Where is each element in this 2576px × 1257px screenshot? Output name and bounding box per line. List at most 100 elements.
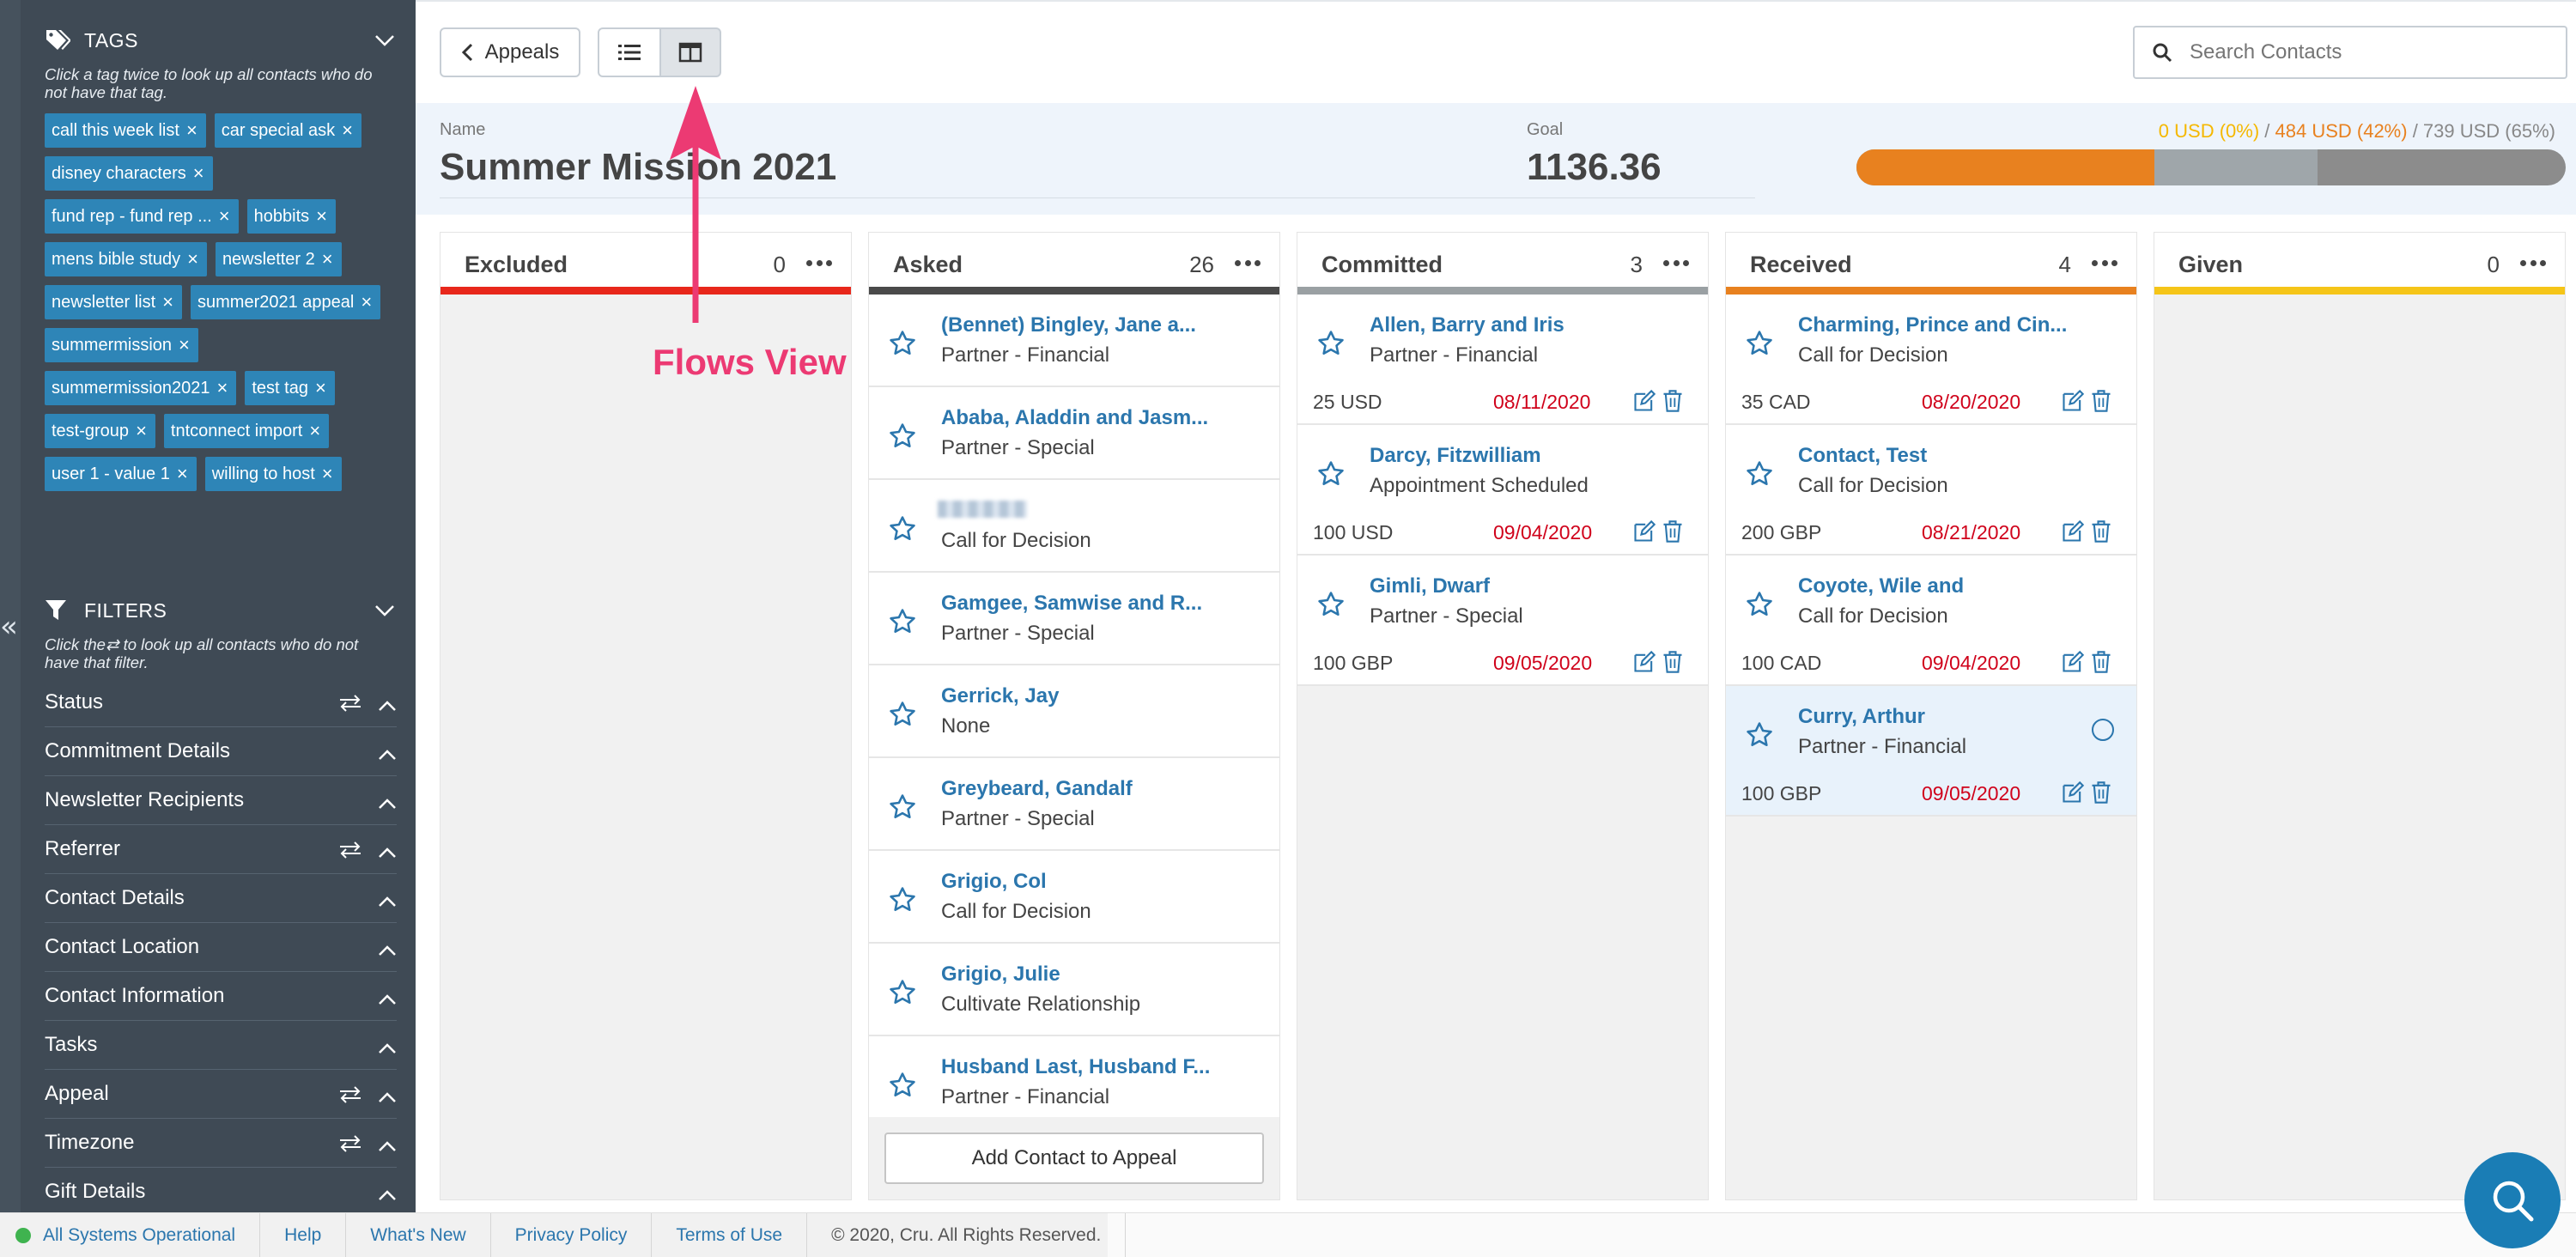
system-status-link[interactable]: All Systems Operational [0, 1212, 261, 1257]
tag-chip[interactable]: car special ask × [214, 113, 361, 148]
chevron-up-icon[interactable] [378, 1036, 397, 1054]
flows-view-button[interactable] [659, 27, 721, 77]
search-contacts[interactable] [2133, 26, 2567, 79]
remove-tag-icon[interactable]: × [177, 457, 188, 491]
edit-icon[interactable] [1632, 650, 1656, 674]
contact-name-link[interactable]: Ababa, Aladdin and Jasm... [941, 406, 1208, 430]
remove-tag-icon[interactable]: × [179, 328, 190, 362]
contact-card[interactable]: Gimli, Dwarf Partner - Special 100 GBP 09/0… [1297, 556, 1708, 686]
contact-card[interactable]: Husband Last, Husband F... Partner - Fina… [869, 1036, 1279, 1117]
contact-name-link[interactable]: (Bennet) Bingley, Jane a... [941, 313, 1196, 337]
contact-name-link[interactable]: Gamgee, Samwise and R... [941, 592, 1202, 616]
star-icon[interactable] [1316, 590, 1346, 619]
contact-card[interactable]: Ababa, Aladdin and Jasm... Partner - Spec… [869, 387, 1279, 480]
filter-row[interactable]: Contact Details [45, 874, 397, 923]
switch-filter-icon[interactable] [338, 841, 362, 859]
contact-name-link[interactable]: Gerrick, Jay [941, 684, 1059, 708]
contact-name-link[interactable]: Grigio, Julie [941, 962, 1060, 987]
remove-tag-icon[interactable]: × [361, 285, 372, 319]
list-view-button[interactable] [598, 27, 661, 77]
remove-tag-icon[interactable]: × [342, 113, 353, 148]
tag-chip[interactable]: tntconnect import × [163, 414, 330, 448]
tag-chip[interactable]: mens bible study × [45, 242, 207, 276]
trash-icon[interactable] [2090, 519, 2112, 543]
edit-icon[interactable] [2061, 650, 2085, 674]
remove-tag-icon[interactable]: × [322, 242, 333, 276]
star-icon[interactable] [1745, 590, 1774, 619]
star-icon[interactable] [1745, 720, 1774, 750]
footer-link[interactable]: Help [260, 1212, 347, 1257]
star-icon[interactable] [1745, 459, 1774, 489]
tag-chip[interactable]: willing to host × [204, 457, 342, 491]
contact-name-link[interactable]: Allen, Barry and Iris [1370, 313, 1564, 337]
contact-name-link[interactable]: Coyote, Wile and [1798, 574, 1964, 598]
appeal-goal[interactable]: 1136.36 [1527, 146, 1662, 189]
chevron-up-icon[interactable] [378, 1085, 397, 1102]
contact-card[interactable]: Call for Decision [869, 480, 1279, 573]
trash-icon[interactable] [2090, 389, 2112, 413]
search-input[interactable] [2190, 40, 2533, 64]
tag-chip[interactable]: disney characters × [45, 156, 213, 191]
remove-tag-icon[interactable]: × [217, 371, 228, 405]
tag-chip[interactable]: summermission2021 × [45, 371, 237, 405]
remove-tag-icon[interactable]: × [219, 199, 230, 234]
remove-tag-icon[interactable]: × [136, 414, 147, 448]
contact-name-link[interactable]: Curry, Arthur [1798, 705, 1925, 729]
chevron-up-icon[interactable] [378, 743, 397, 760]
switch-filter-icon[interactable] [338, 1134, 362, 1152]
more-options-icon[interactable] [2092, 252, 2117, 274]
filter-row[interactable]: Status [45, 678, 397, 727]
footer-link[interactable]: Terms of Use [652, 1212, 808, 1257]
add-contact-to-appeal-button[interactable]: Add Contact to Appeal [884, 1133, 1264, 1184]
chevron-up-icon[interactable] [378, 987, 397, 1005]
more-options-icon[interactable] [806, 252, 832, 274]
contact-name-link[interactable]: Charming, Prince and Cin... [1798, 313, 2067, 337]
tag-chip[interactable]: summermission × [45, 328, 198, 362]
back-to-appeals-button[interactable]: Appeals [440, 27, 580, 77]
tag-chip[interactable]: user 1 - value 1 × [45, 457, 197, 491]
chevron-up-icon[interactable] [378, 1134, 397, 1151]
filter-row[interactable]: Timezone [45, 1119, 397, 1168]
tag-chip[interactable]: hobbits × [246, 199, 336, 234]
more-options-icon[interactable] [1235, 252, 1261, 274]
remove-tag-icon[interactable]: × [187, 242, 198, 276]
tag-chip[interactable]: test tag × [245, 371, 335, 405]
remove-tag-icon[interactable]: × [193, 156, 204, 191]
tag-chip[interactable]: summer2021 appeal × [191, 285, 381, 319]
edit-icon[interactable] [2061, 519, 2085, 543]
remove-tag-icon[interactable]: × [309, 414, 320, 448]
edit-icon[interactable] [2061, 780, 2085, 805]
filter-row[interactable]: Tasks [45, 1021, 397, 1070]
chevron-up-icon[interactable] [378, 890, 397, 907]
trash-icon[interactable] [1662, 519, 1684, 543]
chevron-up-icon[interactable] [378, 1183, 397, 1200]
filter-row[interactable]: Newsletter Recipients [45, 776, 397, 825]
trash-icon[interactable] [1662, 389, 1684, 413]
chevron-up-icon[interactable] [378, 694, 397, 711]
tag-chip[interactable]: fund rep - fund rep ... × [45, 199, 239, 234]
remove-tag-icon[interactable]: × [186, 113, 197, 148]
contact-card[interactable]: Grigio, Col Call for Decision [869, 851, 1279, 944]
star-icon[interactable] [888, 700, 917, 729]
edit-icon[interactable] [2061, 389, 2085, 413]
tag-chip[interactable]: call this week list × [45, 113, 206, 148]
contact-card[interactable]: Coyote, Wile and Call for Decision 100 CAD… [1726, 556, 2136, 686]
tag-chip[interactable]: newsletter 2 × [215, 242, 342, 276]
remove-tag-icon[interactable]: × [316, 199, 327, 234]
filter-row[interactable]: Gift Details [45, 1168, 397, 1212]
edit-icon[interactable] [1632, 519, 1656, 543]
star-icon[interactable] [888, 792, 917, 822]
contact-card[interactable]: Darcy, Fitzwilliam Appointment Scheduled 1… [1297, 425, 1708, 556]
contact-name-link[interactable]: Greybeard, Gandalf [941, 777, 1133, 801]
chevron-down-icon[interactable] [373, 28, 397, 52]
contact-card[interactable]: Curry, Arthur Partner - Financial 100 GBP 0… [1726, 686, 2136, 817]
chevron-up-icon[interactable] [378, 938, 397, 956]
edit-icon[interactable] [1632, 389, 1656, 413]
switch-filter-icon[interactable] [338, 1085, 362, 1103]
appeal-name[interactable]: Summer Mission 2021 [440, 146, 836, 189]
filter-row[interactable]: Commitment Details [45, 727, 397, 776]
contact-card[interactable]: Gerrick, Jay None [869, 665, 1279, 758]
contact-name-link[interactable]: Husband Last, Husband F... [941, 1055, 1210, 1079]
star-icon[interactable] [888, 885, 917, 914]
filter-row[interactable]: Contact Information [45, 972, 397, 1021]
